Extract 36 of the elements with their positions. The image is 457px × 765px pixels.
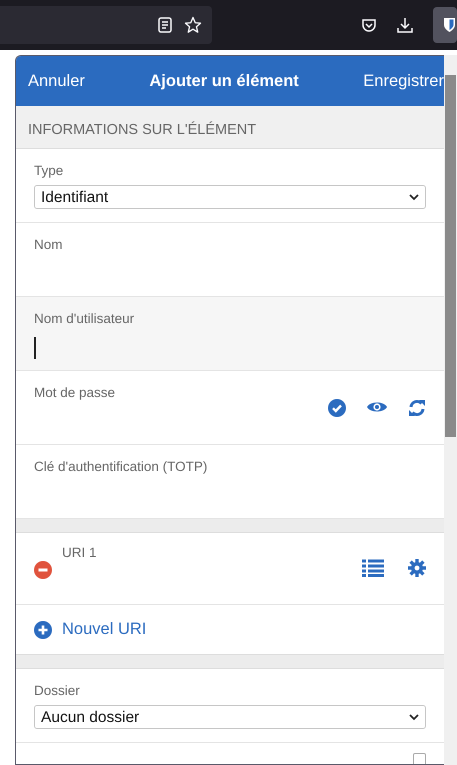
list-icon[interactable] <box>362 559 384 577</box>
text-cursor <box>34 337 36 360</box>
minus-circle-icon[interactable] <box>34 561 52 579</box>
shield-icon <box>442 17 456 33</box>
field-label: Dossier <box>34 682 81 700</box>
form-row[interactable]: Mot de passe <box>16 371 444 445</box>
form-row[interactable]: Clé d'authentification (TOTP) <box>16 445 444 519</box>
save-link[interactable]: Enregistrer <box>363 68 444 94</box>
plus-circle-icon <box>34 620 52 638</box>
folder-select[interactable]: Aucun dossier <box>34 705 426 730</box>
field-label: Type <box>34 162 64 180</box>
field-label: Nom d'utilisateur <box>34 310 136 328</box>
cancel-link[interactable]: Annuler <box>28 68 85 94</box>
field-label: URI 1 <box>62 544 98 562</box>
popup-title: Ajouter un élément <box>149 70 299 92</box>
chevron-down-icon <box>409 194 419 201</box>
add-uri-button[interactable]: Nouvel URI <box>16 605 444 655</box>
scrollbar-thumb[interactable] <box>445 75 456 437</box>
star-icon[interactable] <box>184 16 202 34</box>
download-icon[interactable] <box>397 17 413 33</box>
settings-icon[interactable] <box>408 559 426 577</box>
extension-button[interactable] <box>433 7 457 43</box>
pocket-icon[interactable] <box>361 17 377 33</box>
field-label: Clé d'authentification (TOTP) <box>34 458 208 476</box>
section-heading: INFORMATIONS SUR L'ÉLÉMENT <box>28 122 256 138</box>
chevron-down-icon <box>409 714 419 721</box>
refresh-icon[interactable] <box>408 399 426 417</box>
field-label: Mot de passe <box>34 384 116 402</box>
check-circle-icon[interactable] <box>328 399 346 417</box>
form-row[interactable]: Nom d'utilisateur <box>16 297 444 371</box>
form-row[interactable]: Nom <box>16 223 444 297</box>
type-select[interactable]: Identifiant <box>34 185 426 210</box>
reader-view-icon[interactable] <box>158 17 172 33</box>
field-label: Nom <box>34 236 64 254</box>
favorite-checkbox[interactable] <box>413 753 426 764</box>
form-row[interactable]: Type Identifiant <box>16 149 444 223</box>
